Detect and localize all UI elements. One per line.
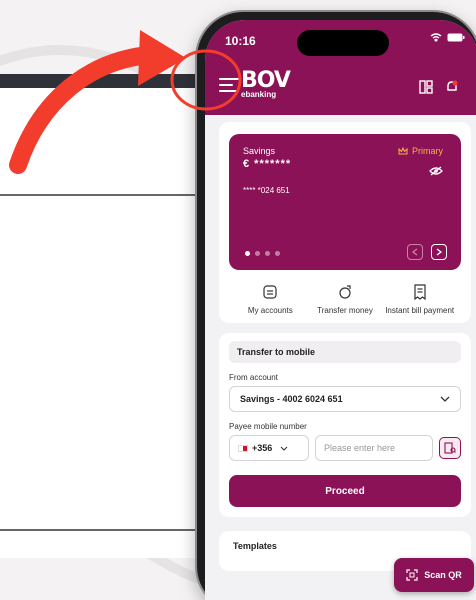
transfer-to-mobile-panel: Transfer to mobile From account Savings … — [219, 333, 471, 517]
primary-badge: Primary — [398, 146, 443, 156]
action-label: My accounts — [247, 306, 293, 315]
transfer-money-action[interactable]: Transfer money — [308, 284, 383, 315]
hide-balance-eye-icon[interactable] — [429, 166, 443, 176]
dashboard-content: Savings Primary € ******* **** *024 651 — [219, 122, 471, 571]
country-code-select[interactable]: +356 — [229, 435, 309, 461]
transfer-title: Transfer to mobile — [229, 341, 461, 363]
payee-mobile-row: +356 Please enter here — [229, 435, 461, 461]
notification-bell-icon[interactable] — [445, 80, 459, 94]
phone-screen: 10:16 BOV ebanking Savings Primary € ***… — [205, 20, 476, 600]
bov-logo: BOV ebanking — [241, 68, 291, 99]
pager-dot — [255, 251, 260, 256]
card-pager-dots — [245, 251, 280, 256]
crown-icon — [398, 147, 408, 155]
chevron-right-icon — [436, 248, 442, 256]
scan-qr-button[interactable]: Scan QR — [394, 558, 474, 592]
action-label: Instant bill payment — [385, 306, 455, 315]
instant-bill-payment-action[interactable]: Instant bill payment — [382, 284, 457, 315]
contacts-picker-button[interactable] — [439, 437, 461, 459]
card-number: **** *024 651 — [243, 186, 290, 195]
quick-actions: My accounts Transfer money Instant bill … — [229, 284, 461, 315]
phone-frame: 10:16 BOV ebanking Savings Primary € ***… — [197, 12, 476, 600]
next-card-button[interactable] — [431, 244, 447, 260]
status-bar: 10:16 — [205, 20, 476, 60]
chevron-down-icon — [280, 446, 288, 451]
from-account-label: From account — [229, 373, 278, 382]
pager-dot-active — [245, 251, 250, 256]
transfer-money-icon — [339, 285, 351, 299]
savings-card[interactable]: Savings Primary € ******* **** *024 651 — [229, 134, 461, 270]
proceed-button[interactable]: Proceed — [229, 475, 461, 507]
dynamic-island — [297, 30, 389, 56]
bill-payment-icon — [414, 284, 426, 300]
my-accounts-action[interactable]: My accounts — [233, 284, 308, 315]
battery-icon — [447, 33, 465, 42]
chevron-left-icon — [412, 248, 418, 256]
previous-card-button[interactable] — [407, 244, 423, 260]
action-label: Transfer money — [317, 306, 373, 315]
mobile-number-input[interactable]: Please enter here — [315, 435, 433, 461]
grid-view-icon[interactable] — [419, 80, 433, 94]
hamburger-menu-icon[interactable] — [219, 78, 239, 92]
accounts-icon — [263, 285, 277, 299]
payee-mobile-label: Payee mobile number — [229, 422, 307, 431]
status-icons — [430, 33, 465, 42]
pager-dot — [275, 251, 280, 256]
qr-scan-icon — [406, 569, 418, 581]
from-account-select[interactable]: Savings - 4002 6024 651 — [229, 386, 461, 412]
contacts-book-icon — [444, 442, 456, 454]
primary-label: Primary — [412, 146, 443, 156]
pager-dot — [265, 251, 270, 256]
card-nav-arrows — [407, 244, 447, 260]
card-balance: € ******* — [243, 158, 292, 170]
status-time: 10:16 — [225, 34, 256, 48]
wifi-icon — [430, 33, 442, 42]
templates-title: Templates — [233, 541, 277, 551]
malta-flag-icon — [238, 444, 248, 452]
app-header: 10:16 BOV ebanking — [205, 20, 476, 115]
card-panel: Savings Primary € ******* **** *024 651 — [219, 122, 471, 323]
scan-qr-label: Scan QR — [424, 570, 462, 580]
from-account-value: Savings - 4002 6024 651 — [240, 394, 343, 404]
country-code-value: +356 — [252, 443, 273, 453]
chevron-down-icon — [440, 396, 450, 402]
